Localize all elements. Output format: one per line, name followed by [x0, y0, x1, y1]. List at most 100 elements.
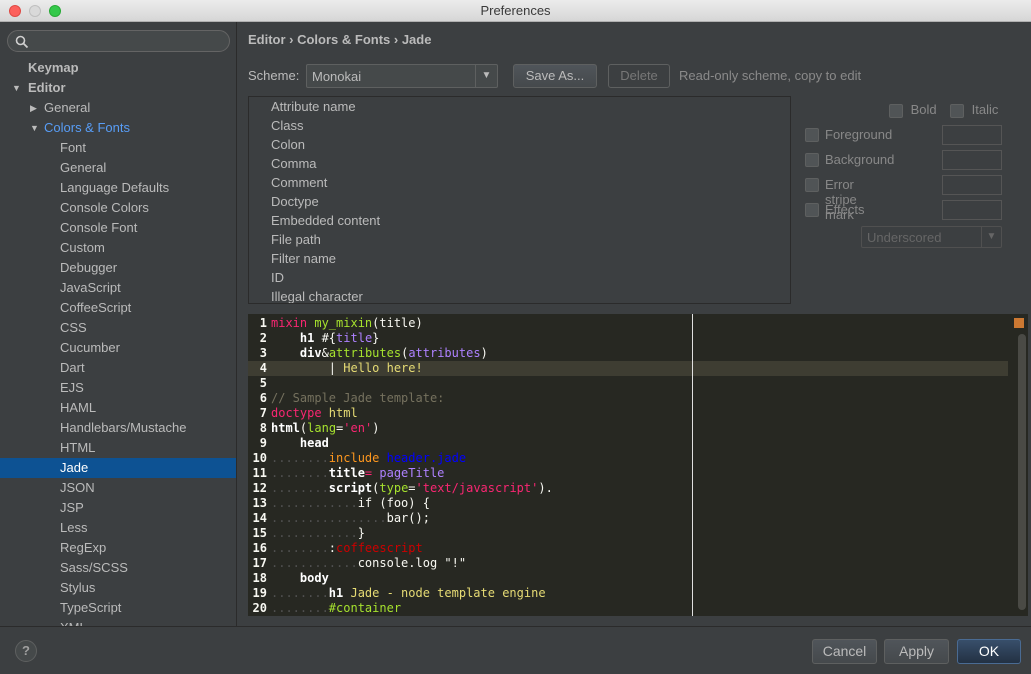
error-stripe-marker[interactable]	[1014, 318, 1024, 328]
attribute-list-item[interactable]: File path	[249, 230, 790, 249]
line-number: 9	[259, 436, 267, 450]
sidebar-item[interactable]: CoffeeScript	[0, 298, 236, 318]
attribute-list-item[interactable]: Illegal character	[249, 287, 790, 303]
attribute-list-item[interactable]: Class	[249, 116, 790, 135]
foreground-checkbox[interactable]	[805, 128, 819, 142]
code-line: 3 div&attributes(attributes)	[248, 346, 1008, 361]
sidebar-item[interactable]: Font	[0, 138, 236, 158]
error-stripe-checkbox[interactable]	[805, 178, 819, 192]
code-token: Hello here!	[343, 361, 423, 375]
error-stripe-color-swatch[interactable]	[942, 175, 1002, 195]
effect-type-select[interactable]: Underscored ▼	[861, 226, 1002, 248]
sidebar-item[interactable]: HTML	[0, 438, 236, 458]
sidebar-item[interactable]: Console Colors	[0, 198, 236, 218]
code-preview[interactable]: 20 ........#container 19 ........h1 Jade - …	[248, 314, 1028, 616]
main-panel: Editor › Colors & Fonts › Jade Scheme: M…	[238, 22, 1031, 626]
sidebar-item[interactable]: ▼ Editor	[0, 78, 236, 98]
save-as-button[interactable]: Save As...	[513, 64, 597, 88]
sidebar-item-label: Keymap	[28, 60, 79, 75]
effects-label: Effects	[825, 202, 865, 217]
sidebar-item-label: Console Colors	[60, 200, 149, 215]
effect-type-value: Underscored	[867, 230, 942, 245]
effects-color-swatch[interactable]	[942, 200, 1002, 220]
code-token: doctype	[271, 406, 322, 420]
code-line: 18 body	[248, 571, 1008, 586]
line-number: 20	[252, 601, 267, 615]
attribute-list-item[interactable]: Comment	[249, 173, 790, 192]
background-color-swatch[interactable]	[942, 150, 1002, 170]
code-token: #{	[314, 331, 337, 345]
sidebar-item[interactable]: JSON	[0, 478, 236, 498]
bold-option[interactable]: Bold	[889, 102, 937, 120]
sidebar-item[interactable]: General	[0, 158, 236, 178]
expanded-arrow-icon[interactable]: ▼	[12, 78, 21, 98]
italic-checkbox[interactable]	[950, 103, 964, 118]
code-line: 1 mixin my_mixin(title)	[248, 316, 1008, 331]
line-number: 2	[259, 331, 267, 345]
italic-option[interactable]: Italic	[950, 102, 998, 120]
sidebar-item[interactable]: Handlebars/Mustache	[0, 418, 236, 438]
sidebar-item[interactable]: XML	[0, 618, 236, 626]
sidebar-item[interactable]: Stylus	[0, 578, 236, 598]
sidebar-item[interactable]: Keymap	[0, 58, 236, 78]
sidebar-item[interactable]: ▶ General	[0, 98, 236, 118]
sidebar-item[interactable]: Debugger	[0, 258, 236, 278]
background-checkbox[interactable]	[805, 153, 819, 167]
bold-label: Bold	[910, 102, 937, 117]
code-token: =	[364, 466, 380, 480]
bold-checkbox[interactable]	[889, 103, 903, 118]
sidebar-item[interactable]: Sass/SCSS	[0, 558, 236, 578]
settings-sidebar: Keymap ▼ Editor ▶ General ▼ Colors & Fonts Font…	[0, 22, 237, 626]
sidebar-item-label: Jade	[60, 460, 89, 475]
ok-button[interactable]: OK	[957, 639, 1021, 664]
delete-button[interactable]: Delete	[608, 64, 670, 88]
sidebar-item[interactable]: CSS	[0, 318, 236, 338]
sidebar-item[interactable]: EJS	[0, 378, 236, 398]
code-token: |	[271, 361, 344, 375]
sidebar-item[interactable]: JSP	[0, 498, 236, 518]
sidebar-item[interactable]: Console Font	[0, 218, 236, 238]
sidebar-item[interactable]: Cucumber	[0, 338, 236, 358]
line-number: 1	[259, 316, 267, 330]
attribute-list-item[interactable]: ID	[249, 268, 790, 287]
sidebar-item[interactable]: JavaScript	[0, 278, 236, 298]
attribute-list-item[interactable]: Doctype	[249, 192, 790, 211]
search-input[interactable]	[7, 30, 230, 52]
code-line: 16 ........:coffeescript	[248, 541, 1008, 556]
sidebar-item-label: Handlebars/Mustache	[60, 420, 187, 435]
expanded-arrow-icon[interactable]: ▼	[30, 118, 39, 138]
apply-button[interactable]: Apply	[884, 639, 949, 664]
code-line: 12 ........script(type='text/javascript')…	[248, 481, 1008, 496]
attribute-list-item[interactable]: Embedded content	[249, 211, 790, 230]
attribute-list-item[interactable]: Comma	[249, 154, 790, 173]
sidebar-item[interactable]: Language Defaults	[0, 178, 236, 198]
attribute-list-item[interactable]: Colon	[249, 135, 790, 154]
sidebar-item[interactable]: HAML	[0, 398, 236, 418]
sidebar-item[interactable]: Dart	[0, 358, 236, 378]
effects-checkbox[interactable]	[805, 203, 819, 217]
code-token: ............	[271, 526, 358, 540]
attribute-list[interactable]: Attribute name Class Colon Comma Comment Doct…	[248, 96, 791, 304]
sidebar-item[interactable]: Jade	[0, 458, 236, 478]
scheme-select[interactable]: Monokai ▼	[306, 64, 498, 88]
sidebar-item[interactable]: RegExp	[0, 538, 236, 558]
sidebar-item[interactable]: ▼ Colors & Fonts	[0, 118, 236, 138]
sidebar-item[interactable]: Custom	[0, 238, 236, 258]
foreground-color-swatch[interactable]	[942, 125, 1002, 145]
help-button[interactable]: ?	[15, 640, 37, 662]
line-number: 19	[252, 586, 267, 600]
sidebar-item[interactable]: TypeScript	[0, 598, 236, 618]
sidebar-item-label: Debugger	[60, 260, 118, 275]
sidebar-item-label: Stylus	[60, 580, 96, 595]
sidebar-item-label: CoffeeScript	[60, 300, 132, 315]
vertical-scrollbar[interactable]	[1018, 334, 1026, 610]
cancel-button[interactable]: Cancel	[812, 639, 877, 664]
code-token: title	[328, 466, 365, 480]
code-token: 'en'	[343, 421, 373, 435]
collapsed-arrow-icon[interactable]: ▶	[30, 98, 37, 118]
attribute-list-item[interactable]: Attribute name	[249, 97, 790, 116]
sidebar-item-label: Colors & Fonts	[44, 120, 130, 135]
code-token: script	[328, 481, 373, 495]
attribute-list-item[interactable]: Filter name	[249, 249, 790, 268]
sidebar-item[interactable]: Less	[0, 518, 236, 538]
